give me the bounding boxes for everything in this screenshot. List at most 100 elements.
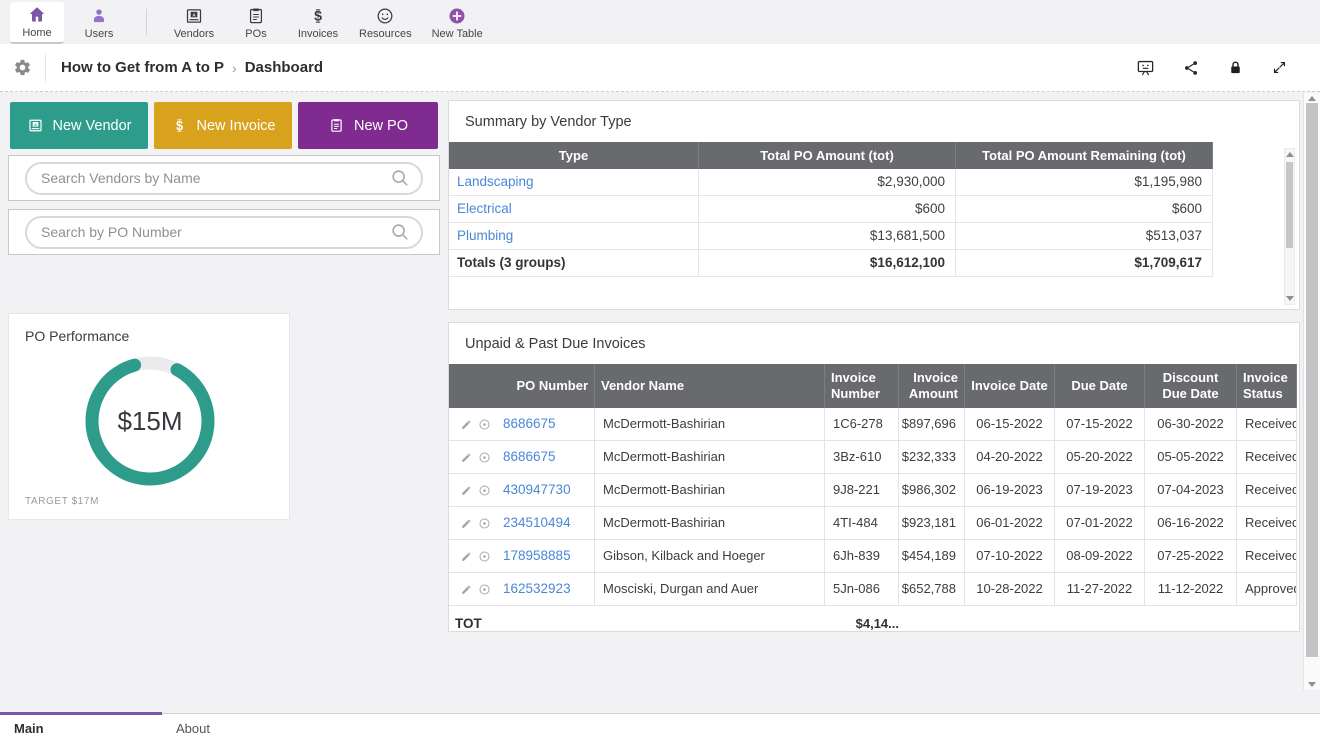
toolbar-label: Users — [85, 28, 114, 40]
col-invoice-amount[interactable]: Invoice Amount — [899, 364, 965, 408]
vendor-name-cell: McDermott-Bashirian — [595, 507, 825, 540]
summary-total-value: $13,681,500 — [699, 223, 956, 250]
edit-icon[interactable] — [460, 418, 473, 431]
toolbar-item-invoices[interactable]: $ Invoices — [291, 2, 345, 44]
view-icon[interactable] — [478, 517, 491, 530]
col-invoice-status[interactable]: Invoice Status — [1237, 364, 1297, 408]
due-date-cell: 07-01-2022 — [1055, 507, 1145, 540]
new-vendor-button[interactable]: A New Vendor — [10, 102, 148, 149]
scroll-down-arrow[interactable] — [1286, 296, 1294, 301]
scroll-up-arrow[interactable] — [1286, 152, 1294, 157]
summary-totals-label: Totals (3 groups) — [449, 250, 699, 277]
invoices-total-amount: $4,14... — [825, 616, 899, 631]
col-discount-due-date[interactable]: Discount Due Date — [1145, 364, 1237, 408]
toolbar-item-users[interactable]: Users — [72, 2, 126, 44]
toolbar-item-resources[interactable]: Resources — [353, 2, 418, 44]
view-icon[interactable] — [478, 484, 491, 497]
summary-header-row: Type Total PO Amount (tot) Total PO Amou… — [449, 142, 1213, 169]
invoice-status-cell: Received — [1237, 507, 1297, 540]
search-icon[interactable] — [389, 167, 421, 189]
page-scrollbar[interactable] — [1303, 93, 1320, 690]
invoice-status-cell: Approved — [1237, 573, 1297, 606]
scrollbar-thumb[interactable] — [1306, 103, 1318, 657]
invoice-number-cell: 1C6-278 — [825, 408, 899, 441]
invoice-number-cell: 9J8-221 — [825, 474, 899, 507]
vendor-name-cell: Mosciski, Durgan and Auer — [595, 573, 825, 606]
summary-type-link[interactable]: Electrical — [449, 196, 699, 223]
summary-col-type[interactable]: Type — [449, 142, 699, 169]
discount-due-date-cell: 06-16-2022 — [1145, 507, 1237, 540]
invoice-number-cell: 6Jh-839 — [825, 540, 899, 573]
invoice-status-cell: Received — [1237, 441, 1297, 474]
view-icon[interactable] — [478, 418, 491, 431]
invoice-status-cell: Received — [1237, 540, 1297, 573]
summary-scrollbar[interactable] — [1284, 148, 1295, 305]
summary-type-link[interactable]: Plumbing — [449, 223, 699, 250]
summary-col-total[interactable]: Total PO Amount (tot) — [699, 142, 956, 169]
scrollbar-thumb[interactable] — [1286, 162, 1293, 248]
toolbar-item-new-table[interactable]: New Table — [426, 2, 489, 44]
summary-totals-row: Totals (3 groups) $16,612,100 $1,709,617 — [449, 250, 1213, 277]
po-number-link[interactable]: 8686675 — [503, 408, 556, 440]
toolbar-label: POs — [245, 28, 266, 40]
new-invoice-button[interactable]: $ New Invoice — [154, 102, 292, 149]
col-po-number[interactable]: PO Number — [449, 364, 595, 408]
po-performance-card: PO Performance $15M TARGET $17M — [8, 313, 290, 520]
toolbar-item-home[interactable]: Home — [10, 2, 64, 44]
edit-icon[interactable] — [460, 484, 473, 497]
edit-icon[interactable] — [460, 517, 473, 530]
invoice-status-cell: Received — [1237, 474, 1297, 507]
invoice-amount-cell: $986,302 — [899, 474, 965, 507]
po-number-link[interactable]: 178958885 — [503, 540, 571, 572]
breadcrumb-separator: › — [232, 60, 237, 76]
view-icon[interactable] — [478, 550, 491, 563]
scroll-down-arrow[interactable] — [1308, 682, 1316, 687]
preview-icon[interactable] — [1136, 58, 1155, 77]
col-invoice-number[interactable]: Invoice Number — [825, 364, 899, 408]
edit-icon[interactable] — [460, 451, 473, 464]
settings-gear-icon[interactable] — [0, 58, 45, 77]
po-button-icon — [328, 117, 345, 134]
po-number-link[interactable]: 234510494 — [503, 507, 571, 539]
edit-icon[interactable] — [460, 583, 473, 596]
page-title: Dashboard — [245, 59, 323, 76]
invoice-date-cell: 04-20-2022 — [965, 441, 1055, 474]
share-icon[interactable] — [1182, 59, 1200, 77]
po-number-link[interactable]: 162532923 — [503, 573, 571, 605]
search-icon[interactable] — [389, 221, 421, 243]
tab-about[interactable]: About — [162, 714, 324, 742]
home-icon — [27, 5, 47, 25]
summary-type-link[interactable]: Landscaping — [449, 169, 699, 196]
new-po-button[interactable]: New PO — [298, 102, 438, 149]
vendor-search-panel — [8, 155, 440, 201]
summary-totals-total: $16,612,100 — [699, 250, 956, 277]
po-search-input[interactable] — [27, 224, 389, 240]
scroll-up-arrow[interactable] — [1308, 96, 1316, 101]
po-number-link[interactable]: 430947730 — [503, 474, 571, 506]
toolbar-label: Home — [22, 27, 51, 39]
vendor-search-input[interactable] — [27, 170, 389, 186]
due-date-cell: 07-19-2023 — [1055, 474, 1145, 507]
toolbar-divider — [146, 9, 147, 35]
edit-icon[interactable] — [460, 550, 473, 563]
expand-icon[interactable] — [1271, 59, 1288, 76]
app-title[interactable]: How to Get from A to P — [61, 59, 224, 76]
summary-col-remaining[interactable]: Total PO Amount Remaining (tot) — [956, 142, 1213, 169]
col-invoice-date[interactable]: Invoice Date — [965, 364, 1055, 408]
dashboard-content: A New Vendor $ New Invoice New PO — [0, 92, 1320, 713]
col-due-date[interactable]: Due Date — [1055, 364, 1145, 408]
po-gauge-value: $15M — [117, 406, 182, 436]
table-row: 430947730 McDermott-Bashirian 9J8-221 $9… — [449, 474, 1297, 507]
toolbar-item-pos[interactable]: POs — [229, 2, 283, 44]
due-date-cell: 08-09-2022 — [1055, 540, 1145, 573]
toolbar-item-vendors[interactable]: A Vendors — [167, 2, 221, 44]
view-icon[interactable] — [478, 583, 491, 596]
invoice-amount-cell: $232,333 — [899, 441, 965, 474]
po-number-link[interactable]: 8686675 — [503, 441, 556, 473]
lock-icon[interactable] — [1227, 59, 1244, 76]
plus-circle-icon — [447, 6, 467, 26]
smiley-icon — [375, 6, 395, 26]
tab-main[interactable]: Main — [0, 714, 162, 742]
view-icon[interactable] — [478, 451, 491, 464]
col-vendor-name[interactable]: Vendor Name — [595, 364, 825, 408]
